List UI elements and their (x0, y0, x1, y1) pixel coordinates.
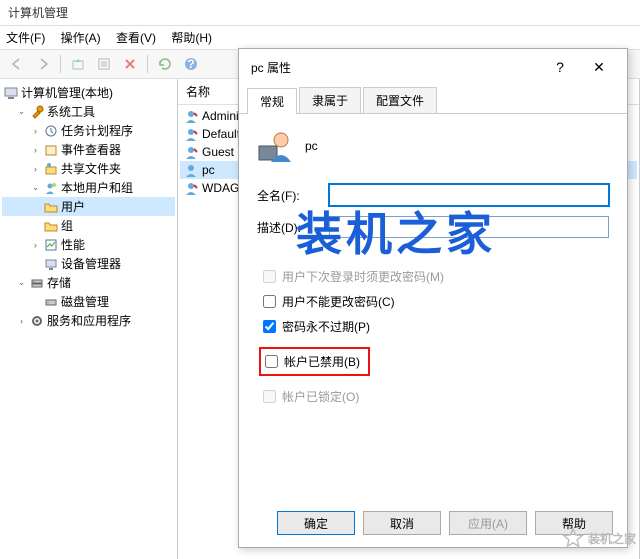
user-icon (184, 181, 198, 195)
back-button[interactable] (6, 53, 28, 75)
expander-icon[interactable]: › (30, 239, 41, 250)
cancel-button[interactable]: 取消 (363, 511, 441, 535)
svg-text:?: ? (187, 57, 194, 71)
ok-button[interactable]: 确定 (277, 511, 355, 535)
checkbox-cannot-change[interactable]: 用户不能更改密码(C) (263, 293, 609, 310)
description-label: 描述(D): (257, 219, 329, 236)
tree-disk-mgmt[interactable]: › 磁盘管理 (2, 292, 175, 311)
user-icon (184, 109, 198, 123)
description-input[interactable] (329, 216, 609, 238)
device-icon (44, 257, 58, 271)
menu-action[interactable]: 操作(A) (61, 31, 101, 45)
tree-shared-folders[interactable]: › 共享文件夹 (2, 159, 175, 178)
window-title-bar: 计算机管理 (0, 0, 640, 26)
tree-groups[interactable]: 组 (2, 216, 175, 235)
computer-icon (4, 86, 18, 100)
refresh-button[interactable] (154, 53, 176, 75)
expander-icon[interactable]: ⌄ (16, 106, 27, 117)
tab-general[interactable]: 常规 (247, 88, 297, 114)
expander-icon[interactable]: ⌄ (30, 182, 41, 193)
folder-icon (44, 219, 58, 233)
users-icon (44, 181, 58, 195)
tree-system-tools[interactable]: ⌄ 系统工具 (2, 102, 175, 121)
tree-storage[interactable]: ⌄ 存储 (2, 273, 175, 292)
menu-bar: 文件(F) 操作(A) 查看(V) 帮助(H) (0, 26, 640, 49)
checkbox-input[interactable] (263, 320, 276, 333)
username-label: pc (305, 139, 318, 153)
expander-icon[interactable]: › (30, 125, 41, 136)
up-button[interactable] (67, 53, 89, 75)
dialog-help-button[interactable]: ? (543, 55, 577, 79)
tab-profile[interactable]: 配置文件 (363, 87, 437, 113)
user-icon (257, 128, 293, 164)
tree-root[interactable]: 计算机管理(本地) (2, 83, 175, 102)
dialog-tabs: 常规 隶属于 配置文件 (239, 85, 627, 114)
user-icon (184, 127, 198, 141)
menu-view[interactable]: 查看(V) (116, 31, 156, 45)
dialog-close-button[interactable]: ✕ (579, 55, 619, 79)
fullname-input[interactable] (329, 184, 609, 206)
checkbox-must-change: 用户下次登录时须更改密码(M) (263, 268, 609, 285)
highlight-account-disabled: 帐户已禁用(B) (259, 347, 370, 376)
help-button[interactable]: 帮助 (535, 511, 613, 535)
dialog-title: pc 属性 (251, 59, 291, 76)
checkbox-input (263, 390, 276, 403)
menu-file[interactable]: 文件(F) (6, 31, 45, 45)
checkbox-never-expire[interactable]: 密码永不过期(P) (263, 318, 609, 335)
user-icon (184, 145, 198, 159)
expander-icon[interactable]: › (30, 163, 41, 174)
expander-icon[interactable]: › (30, 144, 41, 155)
checkbox-input[interactable] (263, 295, 276, 308)
window-title: 计算机管理 (8, 6, 68, 20)
help-button[interactable]: ? (180, 53, 202, 75)
tree-device-manager[interactable]: › 设备管理器 (2, 254, 175, 273)
expander-icon[interactable]: › (16, 315, 27, 326)
services-icon (30, 314, 44, 328)
checkbox-input (263, 270, 276, 283)
expander-icon[interactable]: ⌄ (16, 277, 27, 288)
event-icon (44, 143, 58, 157)
performance-icon (44, 238, 58, 252)
tree-local-users[interactable]: ⌄ 本地用户和组 (2, 178, 175, 197)
delete-button[interactable] (119, 53, 141, 75)
menu-help[interactable]: 帮助(H) (171, 31, 212, 45)
properties-button[interactable] (93, 53, 115, 75)
clock-icon (44, 124, 58, 138)
properties-dialog: pc 属性 ? ✕ 常规 隶属于 配置文件 pc 全名(F): 描述(D): 用… (238, 48, 628, 548)
forward-button[interactable] (32, 53, 54, 75)
tools-icon (30, 105, 44, 119)
apply-button[interactable]: 应用(A) (449, 511, 527, 535)
dialog-title-bar: pc 属性 ? ✕ (239, 49, 627, 85)
disk-icon (44, 295, 58, 309)
tree-task-scheduler[interactable]: › 任务计划程序 (2, 121, 175, 140)
dialog-footer: 确定 取消 应用(A) 帮助 (239, 511, 627, 535)
user-icon (184, 163, 198, 177)
checkbox-locked: 帐户已锁定(O) (263, 388, 609, 405)
folder-icon (44, 200, 58, 214)
tree-panel: 计算机管理(本地) ⌄ 系统工具 › 任务计划程序 › 事件查看器 › 共享文件… (0, 79, 178, 559)
tree-services-apps[interactable]: › 服务和应用程序 (2, 311, 175, 330)
tree-users[interactable]: 用户 (2, 197, 175, 216)
storage-icon (30, 276, 44, 290)
tree-event-viewer[interactable]: › 事件查看器 (2, 140, 175, 159)
tab-member-of[interactable]: 隶属于 (299, 87, 361, 113)
shared-icon (44, 162, 58, 176)
checkbox-account-disabled[interactable] (265, 355, 278, 368)
fullname-label: 全名(F): (257, 187, 329, 204)
tree-performance[interactable]: › 性能 (2, 235, 175, 254)
